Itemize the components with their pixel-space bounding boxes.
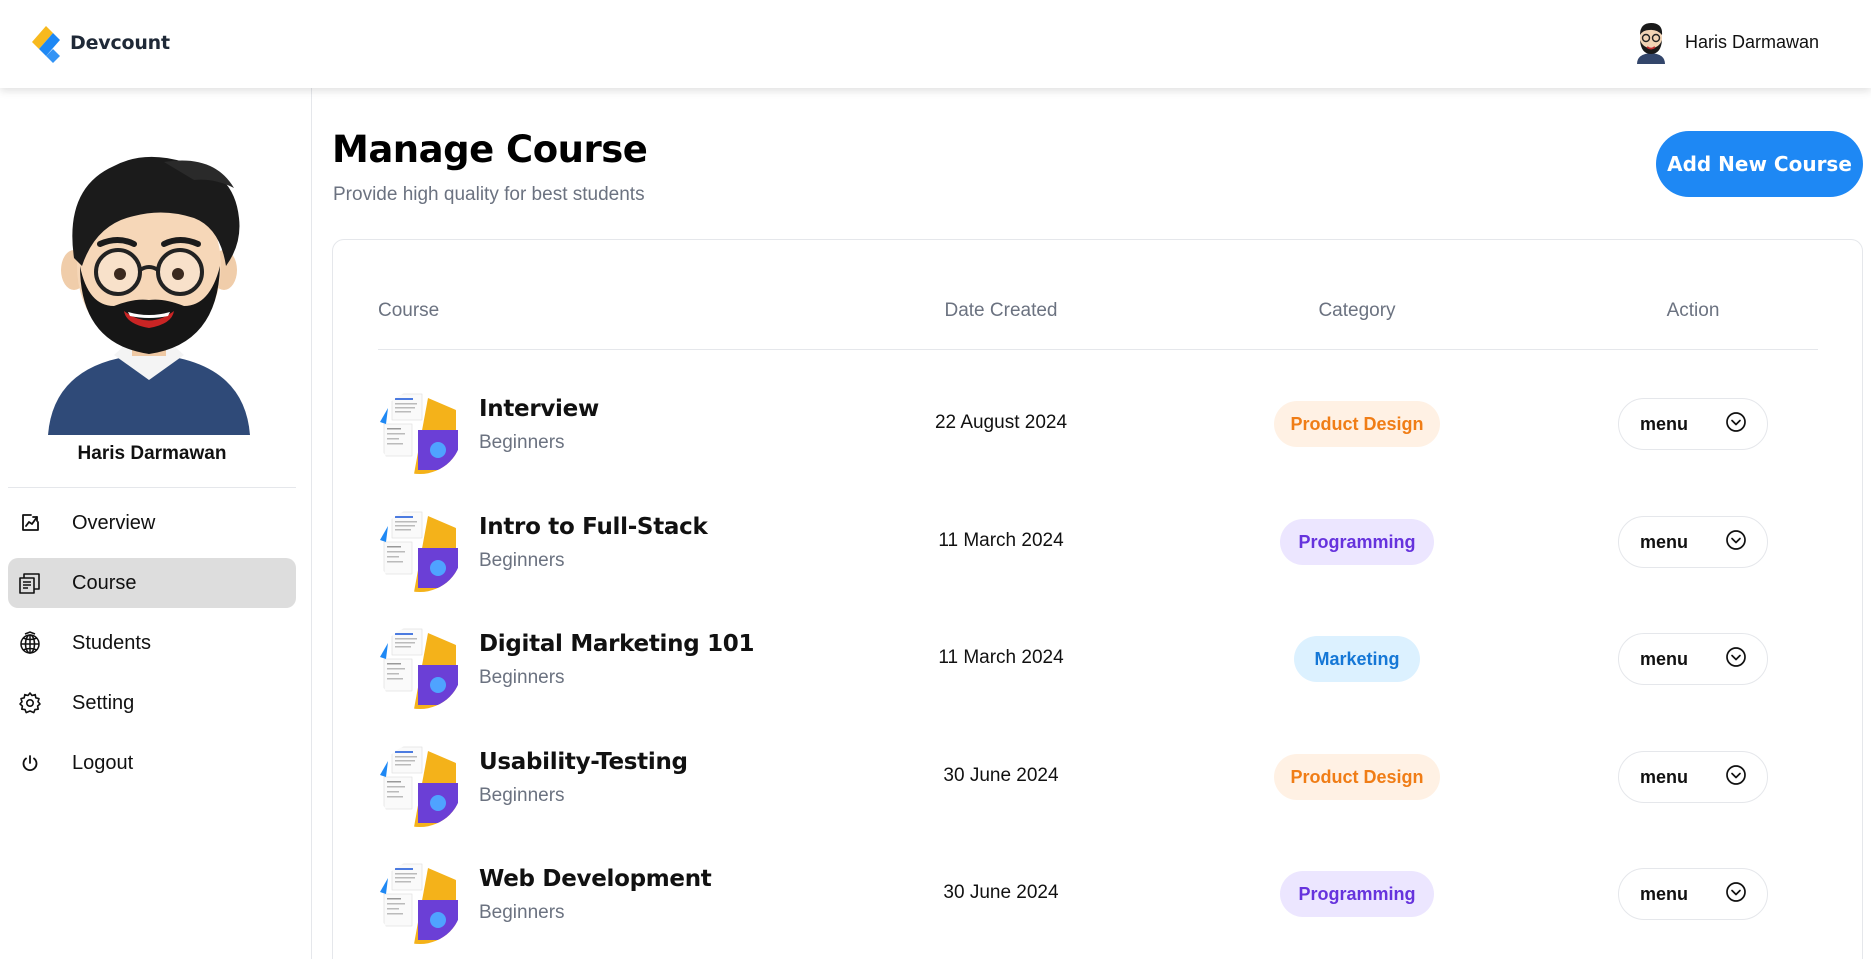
power-icon (18, 751, 42, 775)
course-title[interactable]: Interview (479, 396, 599, 422)
course-thumbnail (378, 743, 462, 827)
course-title[interactable]: Intro to Full-Stack (479, 514, 708, 540)
course-thumbnail (378, 860, 462, 944)
menu-label: menu (1640, 531, 1689, 552)
category-badge: Product Design (1274, 401, 1440, 447)
sidebar-item-setting[interactable]: Setting (8, 678, 296, 728)
column-header-category: Category (1318, 300, 1396, 321)
column-header-action: Action (1666, 300, 1720, 321)
date-created: 11 March 2024 (938, 530, 1064, 551)
row-menu-button[interactable]: menu (1618, 516, 1768, 568)
category-badge: Marketing (1294, 636, 1420, 682)
course-table-card: Course Date Created Category Action Inte… (332, 239, 1863, 959)
category-badge: Programming (1280, 519, 1434, 565)
course-level: Beginners (479, 902, 565, 923)
gear-icon (18, 691, 42, 715)
date-created: 30 June 2024 (943, 765, 1059, 786)
course-title[interactable]: Usability-Testing (479, 749, 688, 775)
row-menu-button[interactable]: menu (1618, 398, 1768, 450)
students-icon (18, 631, 42, 655)
avatar (44, 148, 254, 523)
chevron-down-icon (1725, 881, 1747, 908)
course-title[interactable]: Web Development (479, 866, 712, 892)
column-header-course: Course (378, 300, 440, 321)
add-new-course-button[interactable]: Add New Course (1656, 131, 1863, 197)
sidebar-nav: Overview Course Students Setting Logout (8, 498, 296, 798)
course-thumbnail (378, 390, 462, 474)
date-created: 11 March 2024 (938, 647, 1064, 668)
row-menu-button[interactable]: menu (1618, 751, 1768, 803)
sidebar-item-label: Course (72, 571, 137, 594)
courses-icon (18, 571, 42, 595)
course-level: Beginners (479, 667, 565, 688)
username: Haris Darmawan (1684, 31, 1819, 52)
sidebar-item-logout[interactable]: Logout (8, 738, 296, 788)
sidebar-item-overview[interactable]: Overview (8, 498, 296, 548)
row-menu-button[interactable]: menu (1618, 868, 1768, 920)
course-title[interactable]: Digital Marketing 101 (479, 631, 755, 657)
course-level: Beginners (479, 550, 565, 571)
top-navbar: Devcount Haris Darmawan (0, 0, 1871, 88)
avatar (1631, 20, 1671, 64)
category-badge: Programming (1280, 871, 1434, 917)
table-row[interactable]: Digital Marketing 101 Beginners 11 March… (378, 619, 1818, 719)
sidebar: Haris Darmawan Overview Course Students … (0, 88, 312, 959)
column-header-date: Date Created (944, 300, 1058, 321)
menu-label: menu (1640, 413, 1689, 434)
date-created: 30 June 2024 (943, 882, 1059, 903)
course-level: Beginners (479, 432, 565, 453)
menu-label: menu (1640, 883, 1689, 904)
user-profile-menu[interactable]: Haris Darmawan (1631, 20, 1819, 64)
sidebar-username: Haris Darmawan (77, 443, 227, 464)
brand-name: Devcount (70, 32, 170, 54)
table-row[interactable]: Interview Beginners 22 August 2024 Produ… (378, 384, 1818, 484)
chevron-down-icon (1725, 646, 1747, 673)
table-header: Course Date Created Category Action (378, 300, 1818, 350)
page-subtitle: Provide high quality for best students (333, 184, 645, 205)
divider (8, 487, 296, 488)
sidebar-item-label: Setting (72, 691, 135, 714)
sidebar-item-course[interactable]: Course (8, 558, 296, 608)
table-row[interactable]: Intro to Full-Stack Beginners 11 March 2… (378, 502, 1818, 602)
page-title: Manage Course (332, 128, 648, 171)
date-created: 22 August 2024 (934, 412, 1068, 433)
chevron-down-icon (1725, 529, 1747, 556)
course-level: Beginners (479, 785, 565, 806)
menu-label: menu (1640, 648, 1689, 669)
table-row[interactable]: Web Development Beginners 30 June 2024 P… (378, 854, 1818, 954)
course-thumbnail (378, 508, 462, 592)
chevron-down-icon (1725, 411, 1747, 438)
category-badge: Product Design (1274, 754, 1440, 800)
table-row[interactable]: Usability-Testing Beginners 30 June 2024… (378, 737, 1818, 837)
devcount-logo-icon (26, 22, 68, 64)
brand-logo[interactable]: Devcount (26, 22, 170, 64)
sidebar-item-label: Logout (72, 751, 134, 774)
chevron-down-icon (1725, 764, 1747, 791)
sidebar-item-label: Overview (72, 511, 156, 534)
course-thumbnail (378, 625, 462, 709)
row-menu-button[interactable]: menu (1618, 633, 1768, 685)
menu-label: menu (1640, 766, 1689, 787)
sidebar-item-students[interactable]: Students (8, 618, 296, 668)
chart-icon (18, 511, 42, 535)
sidebar-item-label: Students (72, 631, 151, 654)
